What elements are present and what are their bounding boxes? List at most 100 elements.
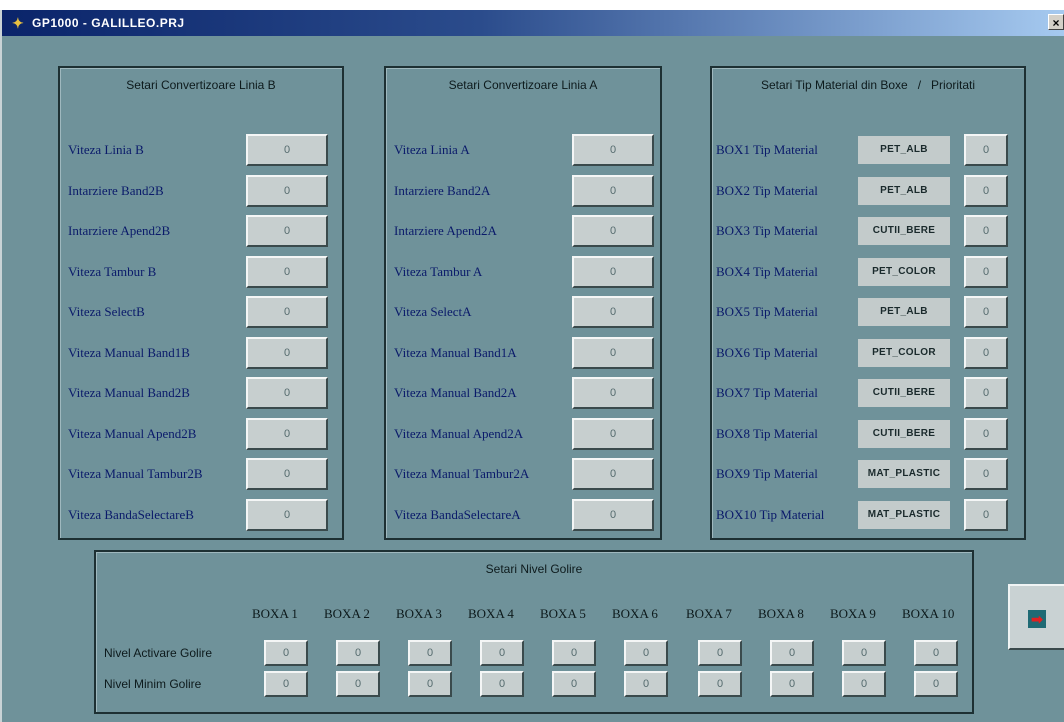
linia-a-value-field-8[interactable]: 0 (572, 417, 654, 450)
linia-a-value-field-7[interactable]: 0 (572, 377, 654, 409)
box-label-4: BOX4 Tip Material (716, 263, 818, 279)
linia-a-label-1: Viteza Linia A (394, 142, 470, 157)
nivel-activare-label: Nivel Activare Golire (104, 646, 213, 660)
golire-column-head-9: BOXA 9 (830, 606, 876, 621)
nivel-activare-field-3[interactable]: 0 (408, 640, 452, 666)
nivel-activare-field-1[interactable]: 0 (264, 640, 308, 666)
linia-b-label-6: Viteza Manual Band1B (68, 344, 190, 360)
nivel-minim-field-10[interactable]: 0 (914, 671, 958, 697)
linia-a-value-field-6[interactable]: 0 (572, 336, 654, 369)
linia-b-label-1: Viteza Linia B (68, 142, 144, 157)
nivel-minim-field-2[interactable]: 0 (336, 671, 380, 697)
linia-b-value-field-8[interactable]: 0 (246, 417, 328, 450)
box-label-7: BOX7 Tip Material (716, 385, 818, 400)
box-priority-field-9[interactable]: 0 (964, 458, 1008, 490)
linia-b-value-field-4[interactable]: 0 (246, 255, 328, 288)
main-window: ✦ GP1000 - GALILLEO.PRJ × Setari Convert… (0, 10, 1064, 722)
nivel-activare-field-4[interactable]: 0 (480, 640, 524, 666)
linia-a-value-field-2[interactable]: 0 (572, 174, 654, 207)
box-material-5[interactable]: PET_ALB (858, 298, 950, 326)
box-priority-field-6[interactable]: 0 (964, 336, 1008, 369)
linia-a-value-field-9[interactable]: 0 (572, 458, 654, 490)
linia-b-label-9: Viteza Manual Tambur2B (68, 466, 203, 481)
nivel-minim-field-1[interactable]: 0 (264, 671, 308, 697)
box-priority-field-10[interactable]: 0 (964, 498, 1008, 531)
nivel-activare-field-7[interactable]: 0 (698, 640, 742, 666)
linia-b-label-3: Intarziere Apend2B (68, 223, 171, 238)
nivel-minim-label: Nivel Minim Golire (104, 677, 202, 691)
window-title: GP1000 - GALILLEO.PRJ (32, 16, 185, 30)
box-priority-field-4[interactable]: 0 (964, 255, 1008, 288)
linia-b-value-field-3[interactable]: 0 (246, 215, 328, 247)
title-bar: ✦ GP1000 - GALILLEO.PRJ × (2, 10, 1064, 36)
app-icon: ✦ (12, 15, 24, 31)
nivel-activare-field-6[interactable]: 0 (624, 640, 668, 666)
box-label-10: BOX10 Tip Material (716, 506, 825, 522)
box-material-7[interactable]: CUTII_BERE (858, 379, 950, 407)
next-page-button[interactable]: ➡ (1008, 584, 1064, 650)
nivel-activare-field-10[interactable]: 0 (914, 640, 958, 666)
linia-a-value-field-4[interactable]: 0 (572, 255, 654, 288)
box-priority-field-1[interactable]: 0 (964, 134, 1008, 166)
linia-b-value-field-10[interactable]: 0 (246, 498, 328, 531)
nivel-activare-field-5[interactable]: 0 (552, 640, 596, 666)
nivel-minim-field-3[interactable]: 0 (408, 671, 452, 697)
box-material-10[interactable]: MAT_PLASTIC (858, 500, 950, 529)
box-priority-field-3[interactable]: 0 (964, 215, 1008, 247)
nivel-minim-field-5[interactable]: 0 (552, 671, 596, 697)
linia-a-label-9: Viteza Manual Tambur2A (394, 466, 530, 481)
nivel-activare-field-9[interactable]: 0 (842, 640, 886, 666)
linia-a-label-8: Viteza Manual Apend2A (394, 425, 524, 441)
box-material-1[interactable]: PET_ALB (858, 136, 950, 164)
linia-a-value-field-3[interactable]: 0 (572, 215, 654, 247)
box-priority-field-7[interactable]: 0 (964, 377, 1008, 409)
box-label-6: BOX6 Tip Material (716, 344, 818, 360)
box-material-3[interactable]: CUTII_BERE (858, 217, 950, 245)
box-priority-field-2[interactable]: 0 (964, 174, 1008, 207)
linia-a-value-field-1[interactable]: 0 (572, 134, 654, 166)
box-material-9[interactable]: MAT_PLASTIC (858, 460, 950, 488)
nivel-minim-field-6[interactable]: 0 (624, 671, 668, 697)
panel-nivel-golire-title: Setari Nivel Golire (485, 562, 583, 576)
linia-b-value-field-9[interactable]: 0 (246, 458, 328, 490)
box-material-4[interactable]: PET_COLOR (858, 257, 950, 286)
linia-a-label-4: Viteza Tambur A (394, 263, 483, 279)
panel-linia-b: Setari Convertizoare Linia B Viteza Lini… (58, 66, 344, 540)
golire-column-head-7: BOXA 7 (686, 606, 732, 621)
linia-a-label-2: Intarziere Band2A (394, 182, 491, 198)
linia-b-label-8: Viteza Manual Apend2B (68, 425, 197, 441)
box-material-8[interactable]: CUTII_BERE (858, 419, 950, 448)
linia-b-value-field-2[interactable]: 0 (246, 174, 328, 207)
panel-nivel-golire: Setari Nivel Golire BOXA 1 BOXA 2 BOXA 3 BO… (94, 550, 974, 714)
linia-a-value-field-5[interactable]: 0 (572, 296, 654, 328)
linia-b-label-2: Intarziere Band2B (68, 182, 164, 198)
linia-b-value-field-5[interactable]: 0 (246, 296, 328, 328)
linia-a-label-6: Viteza Manual Band1A (394, 344, 517, 360)
linia-a-value-field-10[interactable]: 0 (572, 498, 654, 531)
golire-column-head-8: BOXA 8 (758, 606, 804, 621)
box-priority-field-5[interactable]: 0 (964, 296, 1008, 328)
linia-a-label-10: Viteza BandaSelectareA (394, 506, 521, 522)
golire-column-head-2: BOXA 2 (324, 606, 370, 621)
linia-a-label-7: Viteza Manual Band2A (394, 385, 517, 400)
close-button[interactable]: × (1048, 14, 1064, 30)
nivel-minim-field-9[interactable]: 0 (842, 671, 886, 697)
linia-b-value-field-1[interactable]: 0 (246, 134, 328, 166)
linia-b-value-field-7[interactable]: 0 (246, 377, 328, 409)
box-label-5: BOX5 Tip Material (716, 304, 818, 319)
nivel-minim-field-4[interactable]: 0 (480, 671, 524, 697)
golire-column-head-6: BOXA 6 (612, 606, 658, 621)
panel-linia-b-title: Setari Convertizoare Linia B (126, 78, 276, 92)
golire-column-head-10: BOXA 10 (902, 606, 955, 621)
nivel-activare-field-2[interactable]: 0 (336, 640, 380, 666)
nivel-activare-field-8[interactable]: 0 (770, 640, 814, 666)
linia-b-value-field-6[interactable]: 0 (246, 336, 328, 369)
nivel-minim-field-8[interactable]: 0 (770, 671, 814, 697)
golire-column-head-5: BOXA 5 (540, 606, 586, 621)
box-material-2[interactable]: PET_ALB (858, 176, 950, 205)
box-priority-field-8[interactable]: 0 (964, 417, 1008, 450)
panel-linia-a-title: Setari Convertizoare Linia A (448, 78, 598, 92)
box-material-6[interactable]: PET_COLOR (858, 338, 950, 367)
nivel-minim-field-7[interactable]: 0 (698, 671, 742, 697)
panel-linia-a: Setari Convertizoare Linia A Viteza Lini… (384, 66, 662, 540)
